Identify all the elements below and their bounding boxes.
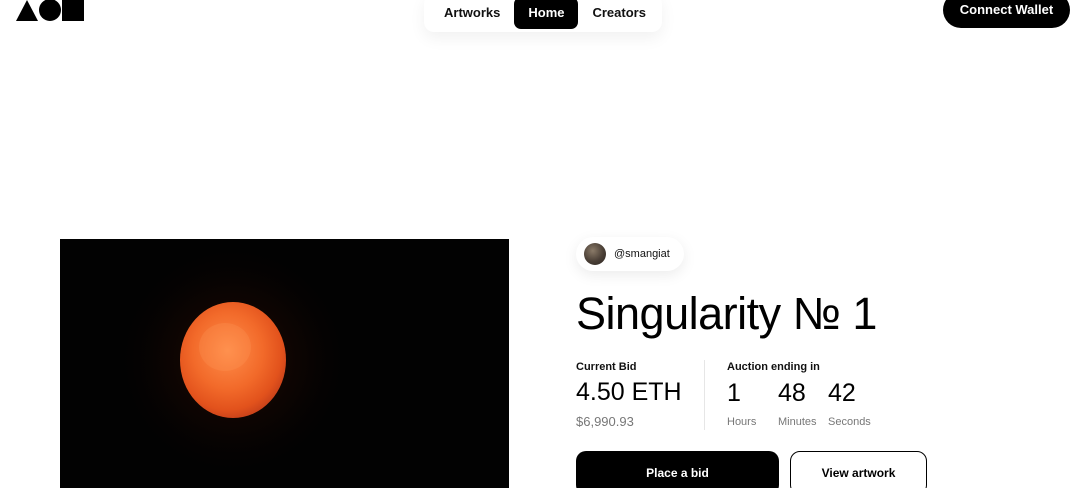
artwork-image[interactable] xyxy=(60,239,509,488)
countdown-seconds-value: 42 xyxy=(828,379,856,407)
countdown-hours-unit: Hours xyxy=(727,416,757,428)
creator-handle: @smangiat xyxy=(614,248,670,260)
connect-wallet-button[interactable]: Connect Wallet xyxy=(943,0,1070,28)
divider xyxy=(704,360,705,430)
countdown-hours: 1 Hours xyxy=(727,378,756,428)
countdown-minutes: 48 Minutes xyxy=(778,378,817,428)
countdown-seconds: 42 Seconds xyxy=(828,378,871,428)
countdown-seconds-unit: Seconds xyxy=(828,416,871,428)
countdown-minutes-value: 48 xyxy=(778,379,806,407)
main-nav: Artworks Home Creators xyxy=(424,0,662,32)
logo-shapes-icon xyxy=(16,0,84,21)
current-bid-usd: $6,990.93 xyxy=(576,414,634,429)
nav-artworks[interactable]: Artworks xyxy=(428,0,514,29)
nav-home[interactable]: Home xyxy=(514,0,579,29)
current-bid-label: Current Bid xyxy=(576,361,637,373)
view-artwork-button[interactable]: View artwork xyxy=(790,451,927,488)
sun-artwork-graphic xyxy=(60,239,509,488)
auction-ending-label: Auction ending in xyxy=(727,361,820,373)
avatar xyxy=(584,243,606,265)
countdown-hours-value: 1 xyxy=(727,379,741,407)
artwork-title: Singularity № 1 xyxy=(576,288,877,339)
page: Artworks Home Creators Connect Wallet @s… xyxy=(0,0,1080,488)
creator-pill[interactable]: @smangiat xyxy=(576,237,684,271)
shapes-logo[interactable] xyxy=(16,0,86,22)
current-bid-value: 4.50 ETH xyxy=(576,378,682,406)
nav-creators[interactable]: Creators xyxy=(578,0,659,29)
place-bid-button[interactable]: Place a bid xyxy=(576,451,779,488)
countdown-minutes-unit: Minutes xyxy=(778,416,817,428)
